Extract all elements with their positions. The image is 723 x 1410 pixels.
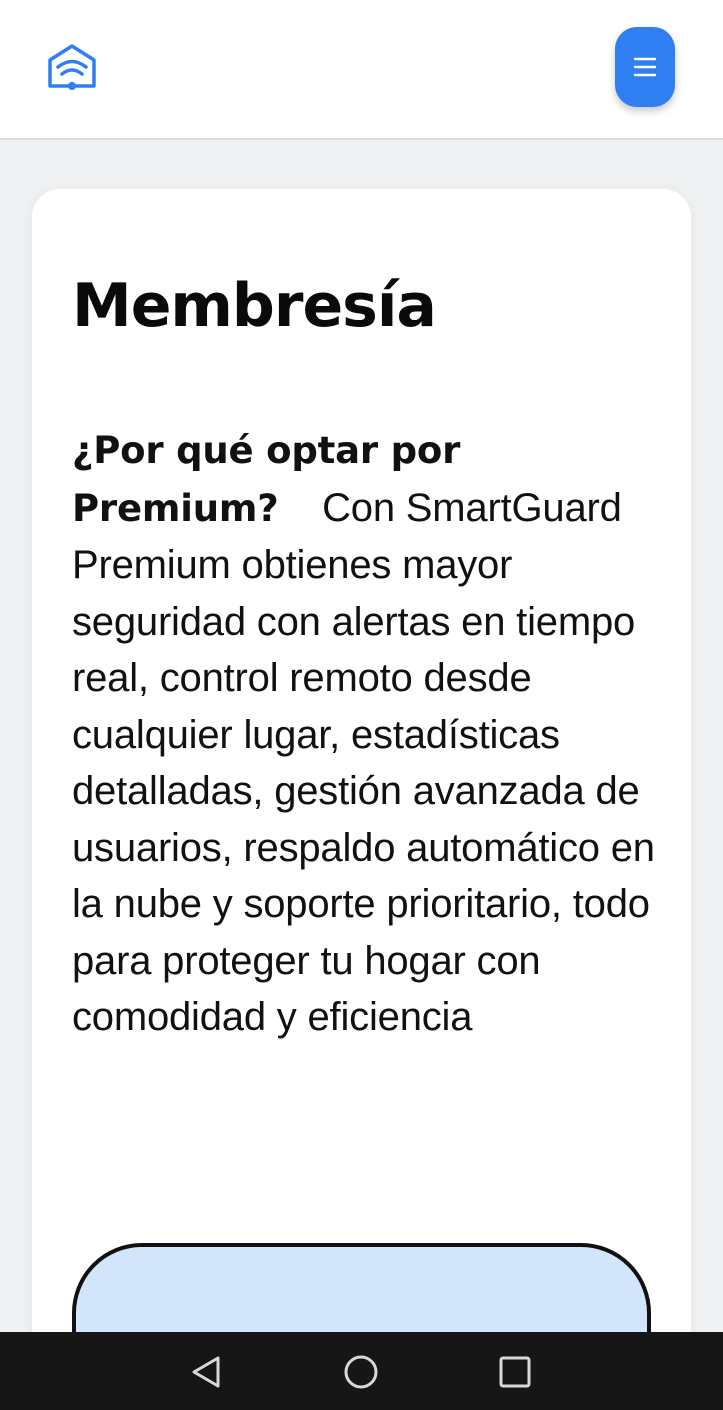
wifi-home-icon[interactable] xyxy=(46,42,98,92)
recent-apps-square-icon[interactable] xyxy=(497,1354,533,1390)
app-screen: Membresía ¿Por qué optar por Premium? Co… xyxy=(0,0,723,1410)
system-navigation-bar xyxy=(0,1332,723,1410)
menu-button[interactable] xyxy=(615,27,675,107)
page-title: Membresía xyxy=(72,271,437,341)
membership-card: Membresía ¿Por qué optar por Premium? Co… xyxy=(32,189,691,1389)
premium-description: ¿Por qué optar por Premium? Con SmartGua… xyxy=(72,422,662,1046)
hamburger-menu-icon xyxy=(633,57,657,77)
premium-description-text: Con SmartGuard Premium obtienes mayor se… xyxy=(72,485,655,1040)
top-app-bar xyxy=(0,0,723,140)
home-circle-icon[interactable] xyxy=(343,1354,379,1390)
back-triangle-icon[interactable] xyxy=(188,1354,224,1390)
